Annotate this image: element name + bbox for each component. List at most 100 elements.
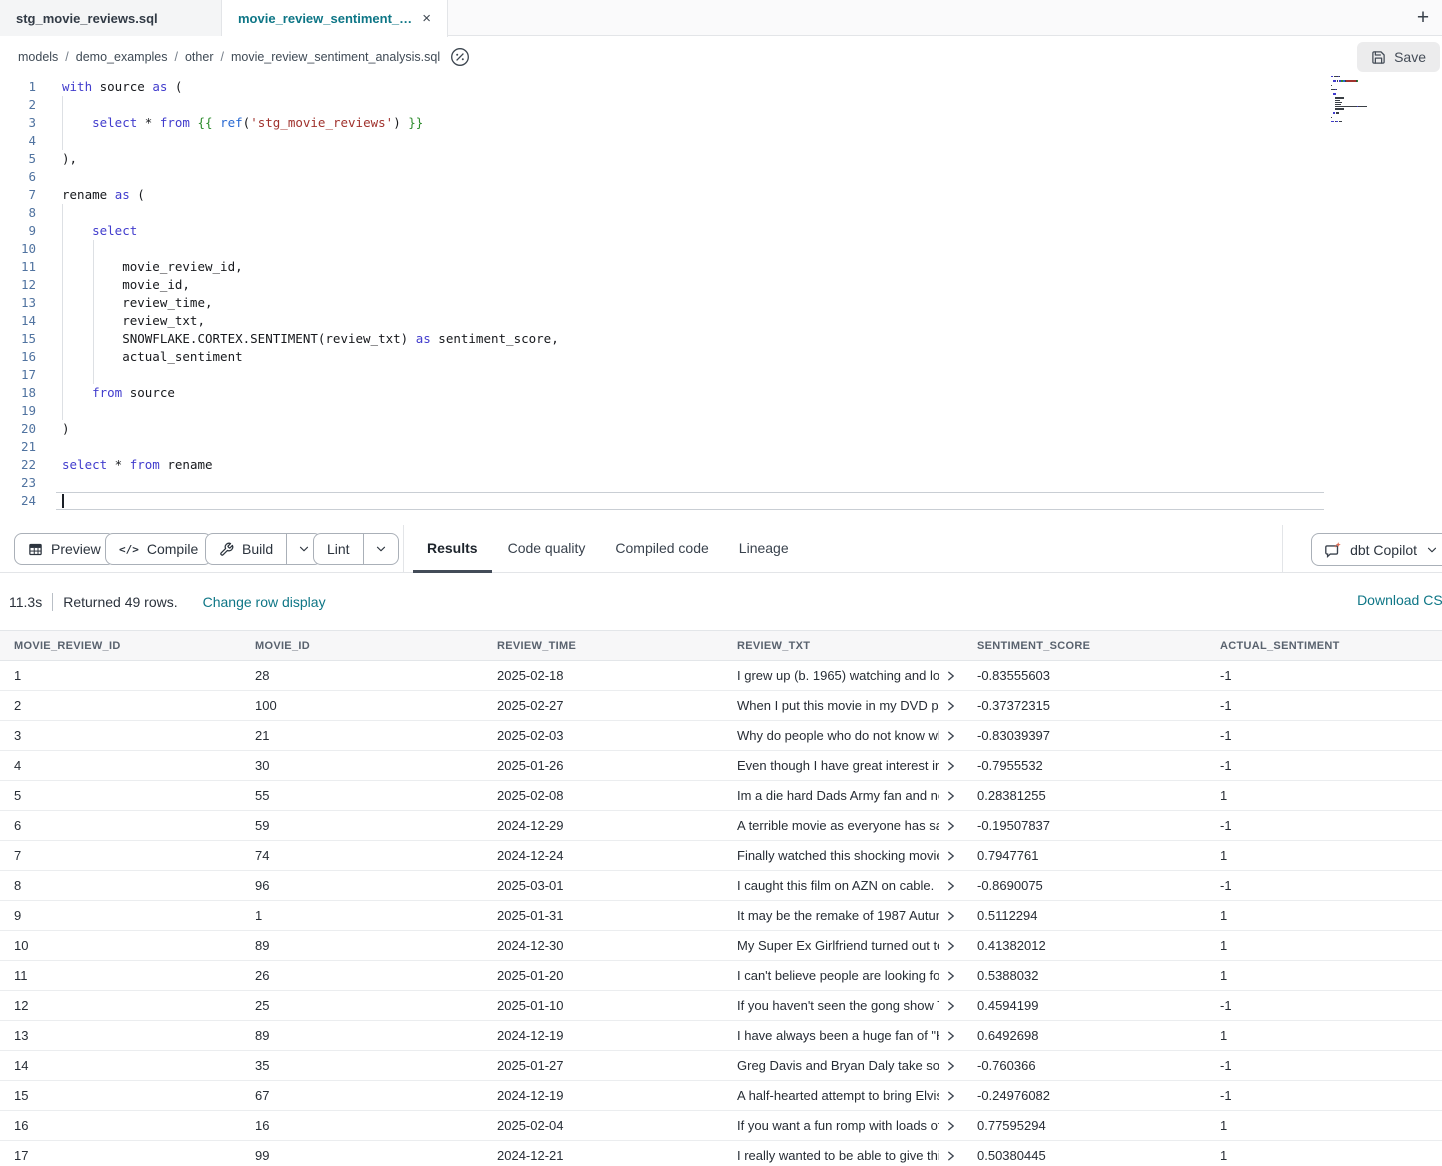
expand-review-icon[interactable] <box>945 790 957 802</box>
results-table: MOVIE_REVIEW_ID MOVIE_ID REVIEW_TIME REV… <box>0 630 1442 1166</box>
breadcrumb-separator: / <box>220 50 223 64</box>
breadcrumb-segment[interactable]: other <box>185 50 214 64</box>
lint-button[interactable]: Lint <box>313 533 399 565</box>
sql-editor[interactable]: 1with source as (23 select * from {{ ref… <box>0 76 1442 525</box>
expand-review-icon[interactable] <box>945 1090 957 1102</box>
cell-movie-id: 74 <box>241 841 483 870</box>
cell-movie-id: 89 <box>241 1021 483 1050</box>
compile-button[interactable]: </> Compile <box>105 533 212 565</box>
cell-review-time: 2024-12-29 <box>483 811 723 840</box>
lint-dropdown-button[interactable] <box>363 534 398 564</box>
download-csv-link[interactable]: Download CSV <box>1357 592 1442 608</box>
column-header-review-time[interactable]: REVIEW_TIME <box>483 631 723 660</box>
line-number: 8 <box>0 204 36 222</box>
cell-sentiment-score: 0.77595294 <box>963 1111 1206 1140</box>
expand-review-icon[interactable] <box>945 700 957 712</box>
expand-review-icon[interactable] <box>945 970 957 982</box>
expand-review-icon[interactable] <box>945 880 957 892</box>
cell-movie-id: 96 <box>241 871 483 900</box>
expand-review-icon[interactable] <box>945 1120 957 1132</box>
expand-review-icon[interactable] <box>945 1030 957 1042</box>
cell-movie-id: 16 <box>241 1111 483 1140</box>
save-button[interactable]: Save <box>1357 42 1440 72</box>
cell-movie-id: 89 <box>241 931 483 960</box>
column-header-movie-review-id[interactable]: MOVIE_REVIEW_ID <box>0 631 241 660</box>
cell-review-txt: I really wanted to be able to give this … <box>723 1141 963 1166</box>
table-row: 21002025-02-27When I put this movie in m… <box>0 691 1442 721</box>
cell-review-time: 2024-12-21 <box>483 1141 723 1166</box>
cell-review-txt: If you want a fun romp with loads of s… <box>723 1111 963 1140</box>
copilot-badge-icon[interactable] <box>450 47 470 67</box>
cell-actual-sentiment: 1 <box>1206 1141 1442 1166</box>
review-text: Greg Davis and Bryan Daly take some … <box>737 1051 939 1080</box>
code-line: 4 <box>0 132 1442 150</box>
new-tab-button[interactable]: + <box>1410 5 1436 31</box>
column-header-sentiment-score[interactable]: SENTIMENT_SCORE <box>963 631 1206 660</box>
cell-review-time: 2025-01-20 <box>483 961 723 990</box>
preview-button[interactable]: Preview <box>14 533 115 565</box>
save-icon <box>1371 50 1386 65</box>
line-number: 22 <box>0 456 36 474</box>
expand-review-icon[interactable] <box>945 730 957 742</box>
expand-review-icon[interactable] <box>945 1150 957 1162</box>
close-icon[interactable]: × <box>422 10 431 27</box>
file-tab-stg-movie-reviews[interactable]: stg_movie_reviews.sql <box>0 0 222 36</box>
build-label: Build <box>242 541 273 557</box>
copilot-label: dbt Copilot <box>1350 542 1417 558</box>
review-text: Why do people who do not know what… <box>737 721 939 750</box>
file-tab-bar: stg_movie_reviews.sql movie_review_senti… <box>0 0 1442 36</box>
expand-review-icon[interactable] <box>945 850 957 862</box>
file-tab-movie-review-sentiment[interactable]: movie_review_sentiment_… × <box>222 0 448 37</box>
cell-movie-id: 30 <box>241 751 483 780</box>
breadcrumb-segment[interactable]: demo_examples <box>76 50 168 64</box>
code-line: 22select * from rename <box>0 456 1442 474</box>
column-header-actual-sentiment[interactable]: ACTUAL_SENTIMENT <box>1206 631 1442 660</box>
minimap[interactable] <box>1331 76 1403 136</box>
text-cursor <box>62 494 64 508</box>
cell-sentiment-score: -0.19507837 <box>963 811 1206 840</box>
chevron-down-icon <box>1425 543 1439 557</box>
tab-compiled-code[interactable]: Compiled code <box>601 525 722 573</box>
review-text: A terrible movie as everyone has said. … <box>737 811 939 840</box>
cell-movie-review-id: 11 <box>0 961 241 990</box>
breadcrumb-segment[interactable]: models <box>18 50 58 64</box>
cell-review-time: 2025-02-04 <box>483 1111 723 1140</box>
expand-review-icon[interactable] <box>945 1000 957 1012</box>
expand-review-icon[interactable] <box>945 820 957 832</box>
cell-review-time: 2025-01-26 <box>483 751 723 780</box>
cell-review-time: 2025-03-01 <box>483 871 723 900</box>
tab-code-quality[interactable]: Code quality <box>494 525 600 573</box>
cell-review-time: 2025-01-10 <box>483 991 723 1020</box>
cell-actual-sentiment: 1 <box>1206 931 1442 960</box>
cell-actual-sentiment: -1 <box>1206 661 1442 690</box>
table-row: 12252025-01-10If you haven't seen the go… <box>0 991 1442 1021</box>
expand-review-icon[interactable] <box>945 940 957 952</box>
results-table-body: 1282025-02-18I grew up (b. 1965) watchin… <box>0 661 1442 1166</box>
code-line: 8 <box>0 204 1442 222</box>
expand-review-icon[interactable] <box>945 760 957 772</box>
build-button[interactable]: Build <box>205 533 322 565</box>
change-row-display-link[interactable]: Change row display <box>203 594 326 610</box>
cell-actual-sentiment: -1 <box>1206 691 1442 720</box>
cell-sentiment-score: -0.24976082 <box>963 1081 1206 1110</box>
cell-actual-sentiment: -1 <box>1206 1051 1442 1080</box>
file-tab-label: stg_movie_reviews.sql <box>16 11 158 26</box>
cell-movie-review-id: 16 <box>0 1111 241 1140</box>
breadcrumb-separator: / <box>65 50 68 64</box>
expand-review-icon[interactable] <box>945 670 957 682</box>
cell-sentiment-score: 0.50380445 <box>963 1141 1206 1166</box>
expand-review-icon[interactable] <box>945 1060 957 1072</box>
cell-review-txt: A terrible movie as everyone has said. … <box>723 811 963 840</box>
column-header-movie-id[interactable]: MOVIE_ID <box>241 631 483 660</box>
tab-results[interactable]: Results <box>413 525 492 573</box>
column-header-review-txt[interactable]: REVIEW_TXT <box>723 631 963 660</box>
cell-actual-sentiment: 1 <box>1206 901 1442 930</box>
code-lines: 1with source as (23 select * from {{ ref… <box>0 78 1442 510</box>
tab-label: Results <box>427 540 478 556</box>
cell-review-txt: Greg Davis and Bryan Daly take some … <box>723 1051 963 1080</box>
expand-review-icon[interactable] <box>945 910 957 922</box>
line-number: 12 <box>0 276 36 294</box>
tab-lineage[interactable]: Lineage <box>725 525 803 573</box>
dbt-copilot-button[interactable]: dbt Copilot <box>1311 533 1442 566</box>
line-number: 21 <box>0 438 36 456</box>
